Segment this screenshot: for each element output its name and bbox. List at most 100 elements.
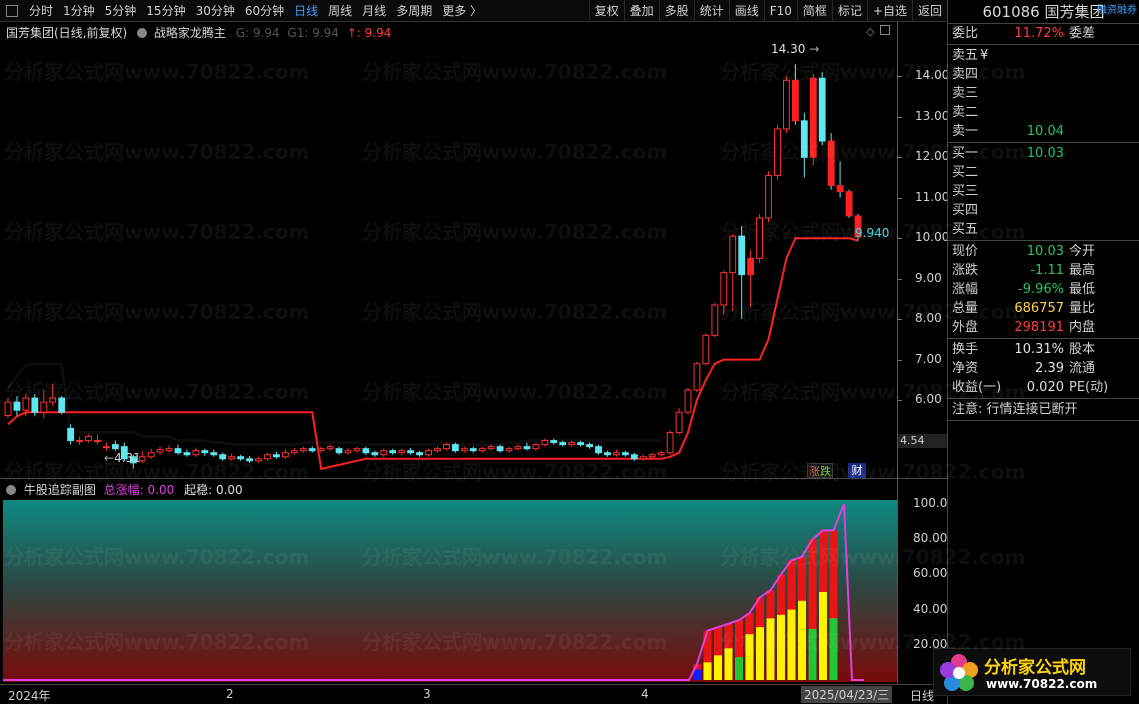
candle[interactable]	[40, 389, 48, 419]
candle[interactable]	[85, 434, 92, 443]
candle[interactable]	[111, 440, 119, 451]
sub-bar[interactable]	[798, 556, 806, 680]
candle[interactable]	[496, 444, 504, 453]
candle[interactable]	[586, 442, 593, 449]
candle[interactable]	[264, 452, 271, 461]
candle[interactable]	[836, 161, 844, 198]
candle[interactable]	[380, 448, 388, 457]
candle[interactable]	[335, 446, 343, 455]
toolbar-action-4[interactable]: 画线	[728, 0, 764, 22]
period-tab-6[interactable]: 日线	[289, 0, 323, 22]
candle[interactable]	[711, 302, 719, 338]
candle[interactable]	[389, 448, 397, 455]
candle[interactable]	[4, 398, 12, 419]
candle[interactable]	[809, 74, 817, 166]
candle[interactable]	[371, 450, 379, 457]
candle[interactable]	[246, 455, 253, 463]
candle[interactable]	[183, 449, 191, 457]
candle[interactable]	[791, 64, 799, 125]
candle[interactable]	[147, 448, 155, 459]
candle[interactable]	[94, 434, 101, 445]
candle[interactable]	[469, 446, 477, 453]
sub-bar[interactable]	[756, 597, 764, 680]
toolbar-action-2[interactable]: 多股	[658, 0, 694, 22]
sub-chart-area[interactable]	[3, 500, 897, 682]
candle[interactable]	[702, 333, 710, 366]
sub-bar[interactable]	[714, 627, 722, 680]
candle[interactable]	[657, 450, 665, 457]
candle[interactable]	[67, 424, 75, 445]
period-tab-10[interactable]: 更多 〉	[437, 0, 487, 22]
candle[interactable]	[13, 396, 21, 416]
candle[interactable]	[720, 270, 728, 316]
candle[interactable]	[666, 430, 674, 455]
candle[interactable]	[747, 250, 755, 307]
candle[interactable]	[219, 452, 227, 461]
sub-bar[interactable]	[735, 620, 743, 680]
candle[interactable]	[425, 448, 432, 457]
pane-divider[interactable]	[0, 478, 947, 479]
candle[interactable]	[729, 234, 737, 312]
candle[interactable]	[738, 226, 746, 320]
candle[interactable]	[201, 448, 209, 456]
period-tab-2[interactable]: 5分钟	[100, 0, 142, 22]
candle[interactable]	[845, 189, 853, 218]
sub-bar[interactable]	[766, 590, 775, 680]
candle[interactable]	[228, 453, 236, 461]
sub-bar[interactable]	[808, 539, 817, 680]
candle[interactable]	[49, 383, 57, 407]
sub-chart[interactable]	[3, 500, 897, 682]
candle[interactable]	[255, 456, 262, 463]
period-tab-9[interactable]: 多周期	[391, 0, 437, 22]
candle[interactable]	[613, 449, 620, 457]
candle[interactable]	[595, 444, 602, 455]
period-tab-7[interactable]: 周线	[323, 0, 357, 22]
candle[interactable]	[353, 446, 361, 453]
candle[interactable]	[532, 442, 540, 451]
candle[interactable]	[756, 213, 763, 263]
candle[interactable]	[299, 446, 307, 453]
candle[interactable]	[58, 396, 66, 415]
sub-bar[interactable]	[724, 623, 733, 680]
sub-bar[interactable]	[819, 530, 827, 680]
candle[interactable]	[505, 446, 513, 453]
candle[interactable]	[210, 449, 218, 457]
candle[interactable]	[290, 447, 298, 455]
candle[interactable]	[675, 408, 683, 435]
sub-bar[interactable]	[693, 664, 701, 680]
sub-settings-icon[interactable]	[6, 485, 16, 495]
candle[interactable]	[165, 445, 173, 453]
candle[interactable]	[774, 124, 781, 180]
candle[interactable]	[398, 448, 406, 455]
candle[interactable]	[523, 442, 531, 451]
candle[interactable]	[103, 442, 110, 451]
candle[interactable]	[514, 444, 522, 451]
candle[interactable]	[604, 450, 611, 457]
candle[interactable]	[827, 132, 835, 190]
toolbar-action-8[interactable]: +自选	[866, 0, 912, 22]
candle[interactable]	[478, 446, 486, 453]
indicator-settings-icon[interactable]	[137, 28, 148, 38]
sub-bar[interactable]	[745, 613, 754, 680]
kline-chart-area[interactable]	[0, 22, 947, 478]
candle[interactable]	[308, 446, 316, 453]
candle[interactable]	[344, 447, 352, 455]
toolbar-action-5[interactable]: F10	[763, 0, 797, 22]
candle[interactable]	[273, 451, 280, 459]
candle[interactable]	[326, 444, 334, 451]
candle[interactable]	[684, 387, 692, 415]
period-tab-4[interactable]: 30分钟	[191, 0, 240, 22]
candle[interactable]	[818, 72, 826, 146]
candle[interactable]	[174, 444, 182, 455]
candle[interactable]	[362, 446, 370, 455]
period-tab-1[interactable]: 1分钟	[58, 0, 100, 22]
candle[interactable]	[460, 446, 468, 453]
candle[interactable]	[192, 447, 200, 457]
sub-indicator-name[interactable]: 牛股追踪副图	[24, 483, 96, 497]
toolbar-action-6[interactable]: 简框	[796, 0, 832, 22]
candle[interactable]	[800, 112, 808, 178]
candle[interactable]	[765, 171, 772, 222]
period-tab-5[interactable]: 60分钟	[240, 0, 289, 22]
candle[interactable]	[76, 436, 83, 445]
candle[interactable]	[237, 454, 245, 461]
